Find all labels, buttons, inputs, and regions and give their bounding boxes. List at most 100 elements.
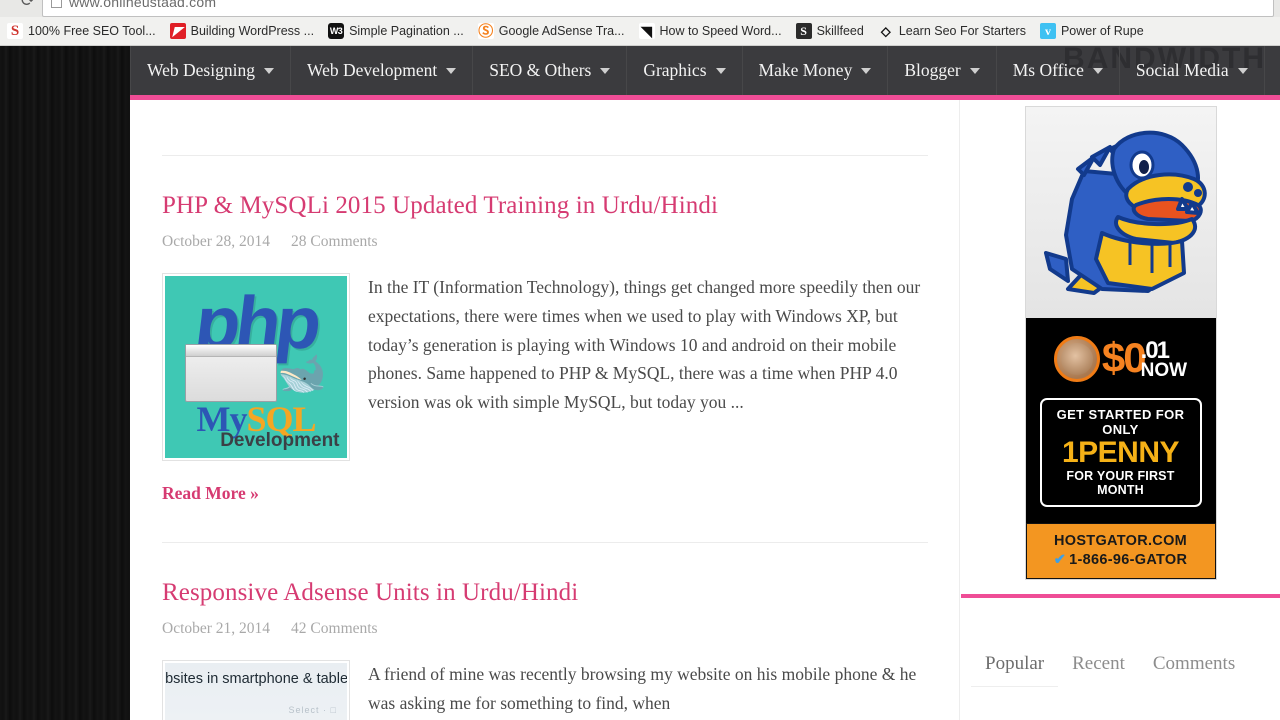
offer-line-1: GET STARTED FOR ONLY: [1056, 407, 1185, 437]
hostgator-site-label: HOSTGATOR.COM: [1053, 532, 1188, 549]
bookmark-item[interactable]: S Skillfeed: [789, 18, 871, 45]
price-display: $0 .01 NOW: [1101, 334, 1188, 382]
penny-offer-box: GET STARTED FOR ONLY 1PENNY FOR YOUR FIR…: [1039, 398, 1202, 507]
post-date: October 21, 2014: [162, 620, 271, 637]
post-body: ebsites in smartphone & tablet Select · …: [162, 660, 928, 720]
nav-item-social-media[interactable]: Social Media: [1120, 46, 1265, 95]
address-bar[interactable]: www.onlineustaad.com: [42, 0, 1274, 17]
window-graphic-icon: [185, 344, 277, 402]
phone-number: 1-866-96-GATOR: [1069, 551, 1188, 568]
bookmark-label: 100% Free SEO Tool...: [28, 24, 156, 38]
bookmark-label: How to Speed Word...: [659, 24, 782, 38]
hostgator-phone-label: ✔ 1-866-96-GATOR: [1027, 552, 1215, 568]
nav-item-ms-office[interactable]: Ms Office: [997, 46, 1120, 95]
bookmark-item[interactable]: ◤ Building WordPress ...: [163, 18, 321, 45]
bookmark-item[interactable]: W3 Simple Pagination ...: [321, 18, 471, 45]
post-comments-count[interactable]: 28 Comments: [291, 233, 378, 251]
adobe-icon: ◤: [169, 23, 186, 39]
price-amount: $0: [1101, 334, 1147, 382]
post-excerpt: In the IT (Information Technology), thin…: [368, 277, 921, 413]
offer-line-3: FOR YOUR FIRST MONTH: [1066, 468, 1175, 497]
bookmark-label: Building WordPress ...: [190, 24, 315, 38]
address-bar-text: www.onlineustaad.com: [69, 0, 217, 10]
chevron-down-icon: [446, 67, 457, 74]
semrush-icon: S: [7, 23, 23, 39]
widget-divider: [961, 593, 1280, 598]
nav-label: Blogger: [904, 60, 961, 80]
check-icon: ✔: [1053, 551, 1067, 568]
bookmark-label: Power of Rupe: [1060, 24, 1144, 38]
post-meta: October 28, 2014 28 Comments: [162, 233, 928, 251]
bookmark-item[interactable]: Ⓢ Google AdSense Tra...: [471, 18, 632, 45]
nav-item-blogger[interactable]: Blogger: [888, 46, 997, 95]
w3-icon: W3: [328, 23, 345, 39]
nav-label: Social Media: [1135, 60, 1229, 80]
nav-item-even-more[interactable]: Even More: [1265, 46, 1280, 95]
nav-label: SEO & Others: [489, 60, 592, 80]
post-comments-count[interactable]: 42 Comments: [291, 620, 378, 638]
post-list: PHP & MySQLi 2015 Updated Training in Ur…: [162, 100, 928, 720]
tab-comments[interactable]: Comments: [1139, 642, 1249, 687]
alligator-icon: [1043, 130, 1207, 295]
hostgator-ad[interactable]: $0 .01 NOW GET STARTED FOR ONLY 1PENNY F…: [1024, 106, 1217, 580]
post-meta: October 21, 2014 42 Comments: [162, 620, 928, 638]
post-excerpt: A friend of mine was recently browsing m…: [368, 664, 917, 713]
bookmark-item[interactable]: S 100% Free SEO Tool...: [0, 18, 163, 45]
sidebar-widget-ad: $0 .01 NOW GET STARTED FOR ONLY 1PENNY F…: [961, 100, 1280, 598]
bookmark-label: Skillfeed: [816, 24, 864, 38]
site-navigation: BANDWIDTH Web Designing Web Development …: [130, 46, 1280, 100]
skillfeed-icon: S: [795, 23, 812, 39]
adsense-icon: Ⓢ: [477, 22, 494, 40]
chevron-down-icon: [1092, 67, 1103, 74]
tab-recent[interactable]: Recent: [1058, 642, 1139, 687]
bookmark-label: Google AdSense Tra...: [498, 24, 625, 38]
browser-toolbar: ⟳ www.onlineustaad.com: [0, 0, 1280, 17]
chevron-down-icon: [1237, 67, 1248, 74]
price-row: $0 .01 NOW: [1034, 330, 1208, 388]
nav-item-web-development[interactable]: Web Development: [291, 46, 474, 95]
read-more-link[interactable]: Read More »: [162, 483, 259, 504]
offer-line-2: 1PENNY: [1061, 436, 1180, 469]
thumbnail-subtext: Select · □: [288, 705, 337, 715]
bookmark-item[interactable]: v Power of Rupe: [1033, 18, 1151, 45]
bookmark-label: Simple Pagination ...: [349, 24, 464, 38]
hostgator-contact-panel[interactable]: HOSTGATOR.COM ✔ 1-866-96-GATOR: [1025, 522, 1216, 579]
nav-label: Web Development: [306, 60, 438, 80]
nav-item-graphics[interactable]: Graphics: [627, 46, 743, 95]
tab-label: Recent: [1072, 652, 1125, 674]
mysql-dolphin-icon: 🐋: [277, 352, 327, 396]
nav-item-web-designing[interactable]: Web Designing: [130, 46, 291, 95]
speed-icon: ◥: [638, 23, 655, 39]
price-now-label: NOW: [1140, 359, 1188, 381]
chevron-down-icon: [969, 67, 980, 74]
tab-label: Popular: [985, 652, 1045, 674]
tabs: Popular Recent Comments: [971, 641, 1280, 687]
responsive-adsense-thumbnail[interactable]: ebsites in smartphone & tablet Select · …: [162, 660, 350, 720]
browser-window: ⟳ www.onlineustaad.com S 100% Free SEO T…: [0, 0, 1280, 720]
chevron-down-icon: [715, 67, 726, 74]
vimeo-icon: v: [1039, 23, 1056, 39]
post-body: php 🐋 MySQL Development In the IT (Infor…: [162, 273, 928, 461]
bookmark-item[interactable]: ◥ How to Speed Word...: [632, 18, 789, 45]
chevron-down-icon: [861, 67, 872, 74]
penny-coin-icon: [1053, 336, 1100, 382]
post-title[interactable]: PHP & MySQLi 2015 Updated Training in Ur…: [162, 192, 928, 220]
nav-item-seo-others[interactable]: SEO & Others: [473, 46, 628, 95]
nav-label: Make Money: [758, 60, 853, 80]
seo-icon: ⬦: [877, 23, 894, 39]
nav-label: Graphics: [643, 60, 707, 80]
main-content: PHP & MySQLi 2015 Updated Training in Ur…: [130, 100, 960, 720]
web-page: BANDWIDTH Web Designing Web Development …: [0, 46, 1280, 720]
reload-icon[interactable]: ⟳: [18, 0, 38, 11]
nav-label: Ms Office: [1012, 60, 1084, 80]
bookmark-item[interactable]: ⬦ Learn Seo For Starters: [871, 18, 1033, 45]
post-item: Responsive Adsense Units in Urdu/Hindi O…: [162, 543, 928, 720]
thumbnail-headline: ebsites in smartphone & tablet: [165, 671, 347, 687]
post-title[interactable]: Responsive Adsense Units in Urdu/Hindi: [162, 579, 928, 607]
php-mysql-thumbnail[interactable]: php 🐋 MySQL Development: [162, 273, 350, 461]
sidebar-tabs-widget: Popular Recent Comments: [961, 641, 1280, 687]
tab-popular[interactable]: Popular: [971, 641, 1059, 687]
nav-item-make-money[interactable]: Make Money: [743, 46, 889, 95]
sidebar: $0 .01 NOW GET STARTED FOR ONLY 1PENNY F…: [961, 100, 1280, 720]
chevron-down-icon: [600, 67, 611, 74]
